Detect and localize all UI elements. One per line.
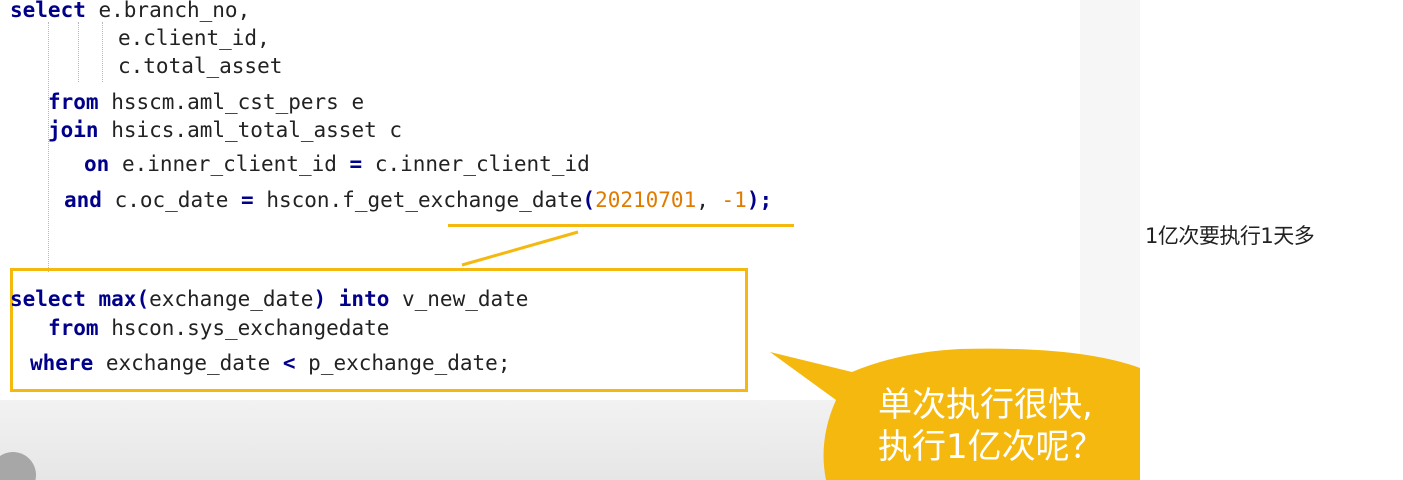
callout-line-1: 单次执行很快,	[878, 385, 1093, 425]
side-note: 1亿次要执行1天多	[1145, 224, 1315, 248]
callout-text: 单次执行很快, 执行1亿次呢？	[878, 384, 1104, 468]
slide: select e.branch_no, e.client_id, c.total…	[0, 0, 1140, 480]
callout-line-2: 执行1亿次呢？	[878, 427, 1104, 467]
